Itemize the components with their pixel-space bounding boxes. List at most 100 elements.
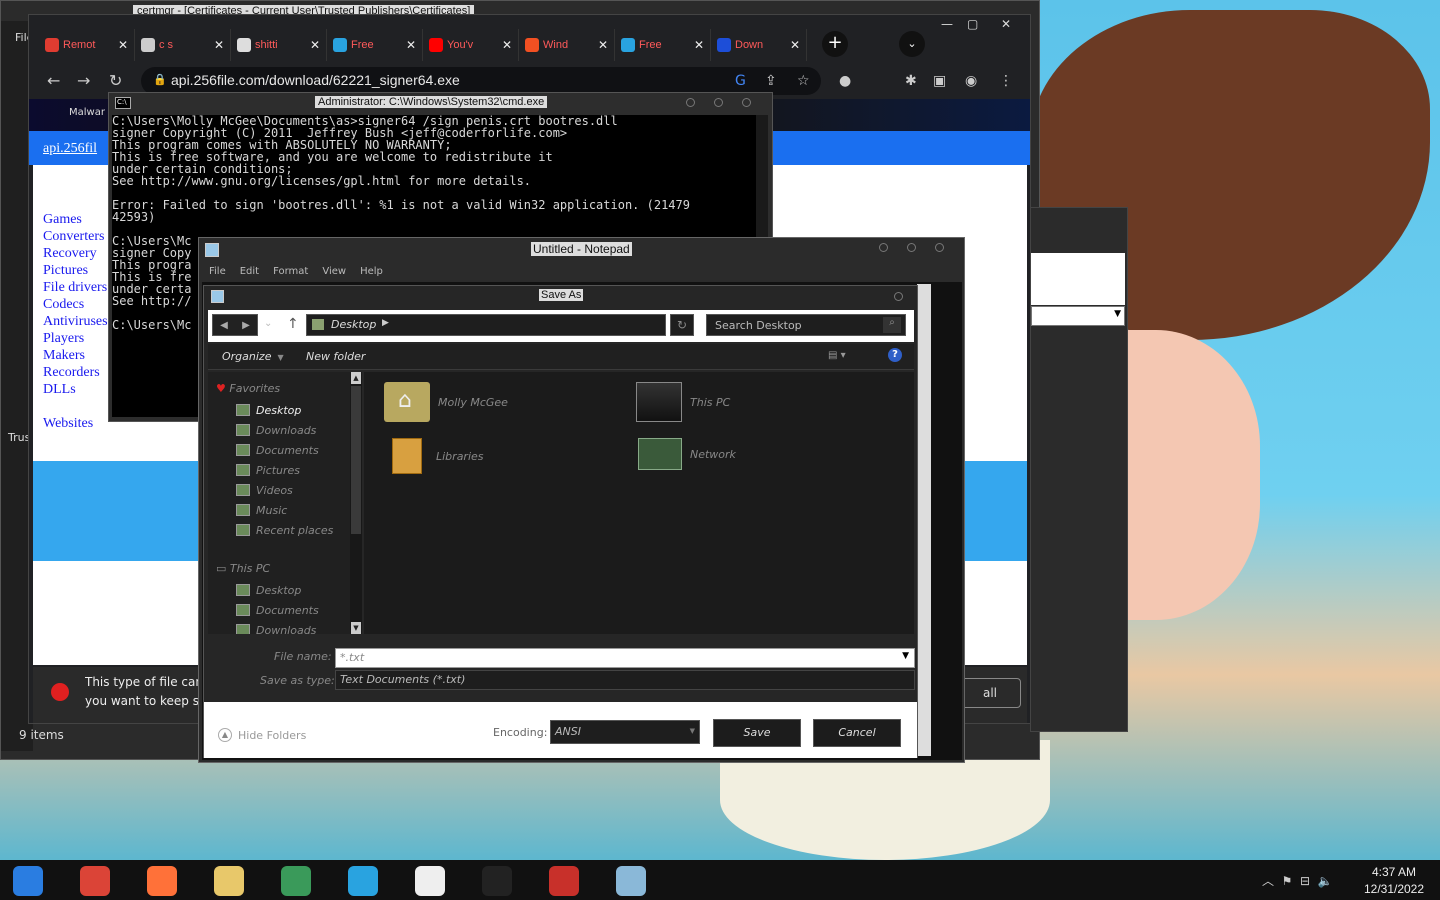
cancel-button[interactable]: Cancel bbox=[813, 719, 901, 747]
close-tab-icon[interactable]: ✕ bbox=[118, 38, 128, 52]
close-tab-icon[interactable]: ✕ bbox=[310, 38, 320, 52]
file-item-this-pc[interactable]: This PC bbox=[636, 382, 730, 422]
address-bar[interactable]: 🔒 api.256file.com/download/62221_signer6… bbox=[141, 67, 821, 95]
share-icon[interactable]: ⇪ bbox=[765, 73, 777, 89]
search-icon[interactable]: ⌕ bbox=[883, 317, 901, 333]
forward-icon[interactable]: → bbox=[77, 71, 90, 90]
category-link[interactable]: Codecs bbox=[43, 296, 108, 313]
nav-item[interactable]: Desktop bbox=[236, 581, 301, 599]
close-button[interactable] bbox=[894, 292, 903, 301]
nav-item[interactable]: Documents bbox=[236, 601, 319, 619]
extension-icon[interactable]: ● bbox=[839, 73, 851, 89]
close-tab-icon[interactable]: ✕ bbox=[406, 38, 416, 52]
scroll-down-icon[interactable]: ▼ bbox=[351, 622, 361, 634]
windows-photo-icon[interactable] bbox=[4, 864, 52, 898]
browser-tab[interactable]: Remot ✕ bbox=[39, 29, 135, 61]
google-icon[interactable]: G bbox=[735, 73, 746, 89]
help-icon[interactable]: ? bbox=[888, 348, 902, 362]
favorites-section[interactable]: ♥ Favorites bbox=[216, 382, 280, 395]
back-forward-buttons[interactable]: ◀ ▶ bbox=[212, 314, 258, 336]
back-icon[interactable]: ◀ bbox=[220, 320, 228, 331]
notepad-icon[interactable] bbox=[607, 864, 655, 898]
breadcrumb-desktop[interactable]: Desktop bbox=[331, 318, 376, 331]
hide-folders-button[interactable]: ▲ Hide Folders bbox=[218, 728, 306, 742]
firefox-icon[interactable] bbox=[138, 864, 186, 898]
browser-tab[interactable]: Wind ✕ bbox=[519, 29, 615, 61]
tab-search-button[interactable]: ⌄ bbox=[899, 31, 925, 57]
7zip-icon[interactable] bbox=[406, 864, 454, 898]
maximize-button[interactable] bbox=[714, 98, 723, 107]
keep-button[interactable]: all bbox=[959, 678, 1021, 708]
profile-avatar[interactable]: ◉ bbox=[965, 73, 977, 89]
browser-tab[interactable]: Free ✕ bbox=[327, 29, 423, 61]
lock-icon[interactable]: 🔒 bbox=[153, 73, 167, 86]
chevron-down-icon[interactable]: ▼ bbox=[902, 651, 909, 661]
file-item-libraries[interactable]: Libraries bbox=[392, 438, 484, 474]
close-tab-icon[interactable]: ✕ bbox=[502, 38, 512, 52]
browser-tab[interactable]: c s ✕ bbox=[135, 29, 231, 61]
nav-item[interactable]: Documents bbox=[236, 441, 319, 459]
scroll-up-icon[interactable]: ▲ bbox=[351, 372, 361, 384]
close-tab-icon[interactable]: ✕ bbox=[214, 38, 224, 52]
organize-button[interactable]: Organize ▼ bbox=[222, 350, 284, 363]
new-folder-button[interactable]: New folder bbox=[306, 350, 365, 363]
category-link[interactable]: DLLs bbox=[43, 381, 108, 398]
extensions-puzzle-icon[interactable]: ✱ bbox=[905, 73, 917, 89]
nav-item[interactable]: Downloads bbox=[236, 621, 316, 634]
encoding-select[interactable]: ANSI ▼ bbox=[550, 720, 700, 744]
scroll-thumb[interactable] bbox=[351, 386, 361, 534]
nav-item[interactable]: Recent places bbox=[236, 521, 333, 539]
refresh-button[interactable]: ↻ bbox=[670, 314, 694, 336]
file-item-network[interactable]: Network bbox=[638, 438, 736, 470]
browser-tab[interactable]: You'v ✕ bbox=[423, 29, 519, 61]
nav-item[interactable]: Desktop bbox=[236, 401, 301, 419]
close-button[interactable] bbox=[742, 98, 751, 107]
save-type-select[interactable]: Text Documents (*.txt) bbox=[335, 670, 915, 690]
file-item-user[interactable]: Molly McGee bbox=[384, 382, 508, 422]
minimize-button[interactable] bbox=[879, 243, 888, 252]
certmgr-tree-item[interactable]: Trus bbox=[8, 431, 30, 444]
nav-item[interactable]: Music bbox=[236, 501, 287, 519]
cmd-icon[interactable] bbox=[473, 864, 521, 898]
close-tab-icon[interactable]: ✕ bbox=[598, 38, 608, 52]
people-icon[interactable] bbox=[272, 864, 320, 898]
category-link[interactable]: Recovery bbox=[43, 245, 108, 262]
new-tab-button[interactable]: + bbox=[822, 31, 848, 57]
menu-item[interactable]: View bbox=[322, 266, 346, 277]
category-link[interactable]: Games bbox=[43, 211, 108, 228]
side-panel-icon[interactable]: ▣ bbox=[933, 73, 946, 89]
close-button[interactable] bbox=[935, 243, 944, 252]
chevron-right-icon[interactable]: ▶ bbox=[382, 318, 389, 328]
nav-item[interactable]: Videos bbox=[236, 481, 293, 499]
site-home-link[interactable]: api.256fil bbox=[43, 141, 97, 157]
maximize-button[interactable]: ▢ bbox=[967, 17, 978, 31]
menu-item[interactable]: Format bbox=[273, 266, 308, 277]
websites-link[interactable]: Websites bbox=[43, 416, 93, 432]
category-link[interactable]: Makers bbox=[43, 347, 108, 364]
system-tray-icons[interactable]: ︿ ⚑ ⊟ 🔈 bbox=[1262, 872, 1333, 889]
maximize-button[interactable] bbox=[907, 243, 916, 252]
nav-scrollbar[interactable]: ▲ ▼ bbox=[350, 372, 362, 634]
breadcrumb[interactable]: Desktop ▶ bbox=[306, 314, 666, 336]
category-link[interactable]: Pictures bbox=[43, 262, 108, 279]
forward-icon[interactable]: ▶ bbox=[242, 320, 250, 331]
scrollbar[interactable] bbox=[917, 284, 931, 756]
dialog-combo[interactable]: ▼ bbox=[1031, 306, 1125, 326]
menu-item[interactable]: Edit bbox=[240, 266, 259, 277]
close-tab-icon[interactable]: ✕ bbox=[790, 38, 800, 52]
browser-tab[interactable]: shitti ✕ bbox=[231, 29, 327, 61]
minimize-button[interactable] bbox=[686, 98, 695, 107]
browser-tab[interactable]: Down ✕ bbox=[711, 29, 807, 61]
view-options-icon[interactable]: ▤ ▾ bbox=[828, 350, 846, 361]
back-icon[interactable]: ← bbox=[47, 71, 60, 90]
clock[interactable]: 4:37 AM 12/31/2022 bbox=[1354, 864, 1434, 898]
nav-item[interactable]: Pictures bbox=[236, 461, 300, 479]
category-link[interactable]: Antiviruses bbox=[43, 313, 108, 330]
recent-locations-icon[interactable]: ⌄ bbox=[264, 318, 272, 329]
category-link[interactable]: File drivers bbox=[43, 279, 108, 296]
toolbox-icon[interactable] bbox=[540, 864, 588, 898]
this-pc-section[interactable]: ▭ This PC bbox=[216, 562, 270, 575]
browser-tab[interactable]: Free ✕ bbox=[615, 29, 711, 61]
close-button[interactable]: ✕ bbox=[1001, 17, 1011, 31]
bookmark-star-icon[interactable]: ☆ bbox=[797, 73, 810, 89]
